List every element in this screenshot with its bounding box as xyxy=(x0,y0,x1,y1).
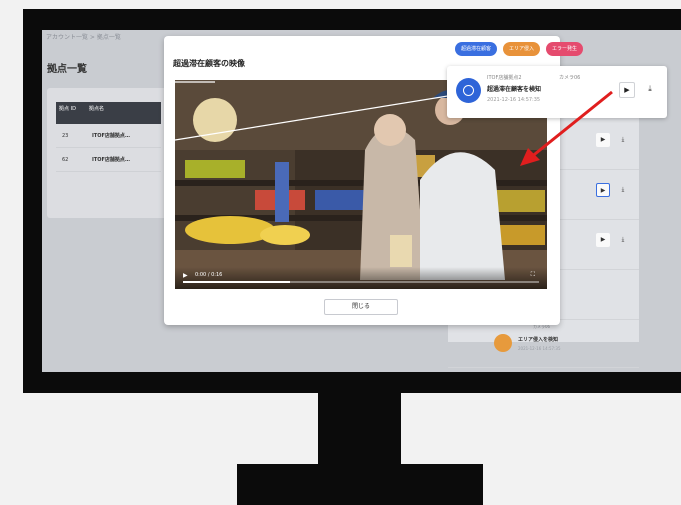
filter-chip-overstay[interactable]: 超過滞在顧客 xyxy=(455,42,498,56)
notification-site: ITOF店舗拠点2 xyxy=(487,75,522,81)
monitor-stand-base xyxy=(237,464,483,505)
video-progress-bar[interactable] xyxy=(183,281,539,283)
video-progress-fill xyxy=(183,281,290,283)
breadcrumb[interactable]: アカウント一覧 > 拠点一覧 xyxy=(46,32,121,41)
download-button[interactable]: ⤓ xyxy=(616,183,630,197)
close-button[interactable]: 閉じる xyxy=(324,299,398,315)
cell-site-name: ITOF店舗拠点… xyxy=(92,133,130,139)
notification-popup[interactable]: ITOF店舗拠点2 カメラ06 超過滞在顧客を検知 2021-12-16 14:… xyxy=(447,66,667,118)
notification-message: 超過滞在顧客を検知 xyxy=(487,86,542,93)
video-timestamp: 0:00 / 0:16 xyxy=(195,272,223,278)
site-table: 拠点 ID 拠点名 23 ITOF店舗拠点… 62 ITOF店舗拠点… xyxy=(56,102,161,172)
fullscreen-icon[interactable]: ⛶ xyxy=(531,271,535,279)
play-button[interactable]: ▶ xyxy=(619,82,635,98)
table-row[interactable]: 23 ITOF店舗拠点… xyxy=(56,124,161,148)
download-button[interactable]: ⤓ xyxy=(616,133,630,147)
play-button[interactable]: ▶ xyxy=(596,233,610,247)
filter-chips: 超過滞在顧客 エリア侵入 エラー発生 xyxy=(455,42,584,56)
notification-date: 2021-12-16 14:57:35 xyxy=(487,97,541,103)
cell-site-id: 23 xyxy=(62,132,69,139)
table-header: 拠点 ID 拠点名 xyxy=(56,102,161,124)
area-intrusion-icon xyxy=(494,334,512,352)
notification-camera: カメラ06 xyxy=(559,75,581,81)
column-header-site-name[interactable]: 拠点名 xyxy=(86,102,141,124)
notification-list-item[interactable]: カメラ06 エリア侵入を検知 2021-12-16 14:57:35 xyxy=(448,320,639,368)
table-row[interactable]: 62 ITOF店舗拠点… xyxy=(56,148,161,172)
download-icon[interactable]: ⤓ xyxy=(642,82,658,98)
video-play-button[interactable]: ▶ xyxy=(183,272,188,279)
filter-chip-error[interactable]: エラー発生 xyxy=(546,42,584,56)
play-button[interactable]: ▶ xyxy=(596,183,610,197)
page-title: 拠点一覧 xyxy=(47,64,87,75)
monitor-stand-neck xyxy=(318,393,401,465)
column-header-site-id[interactable]: 拠点 ID xyxy=(56,102,86,124)
filter-chip-area-intrusion[interactable]: エリア侵入 xyxy=(503,42,541,56)
notification-message: エリア侵入を検知 xyxy=(518,337,559,343)
play-button[interactable]: ▶ xyxy=(596,133,610,147)
notification-date: 2021-12-16 14:57:35 xyxy=(518,346,561,351)
cell-site-id: 62 xyxy=(62,156,69,163)
video-controls: ▶ 0:00 / 0:16 ⛶ xyxy=(175,267,547,289)
download-button[interactable]: ⤓ xyxy=(616,233,630,247)
modal-title: 超過滞在顧客の映像 xyxy=(173,59,245,68)
cell-site-name: ITOF店舗拠点… xyxy=(92,157,130,163)
timer-icon xyxy=(456,78,481,103)
